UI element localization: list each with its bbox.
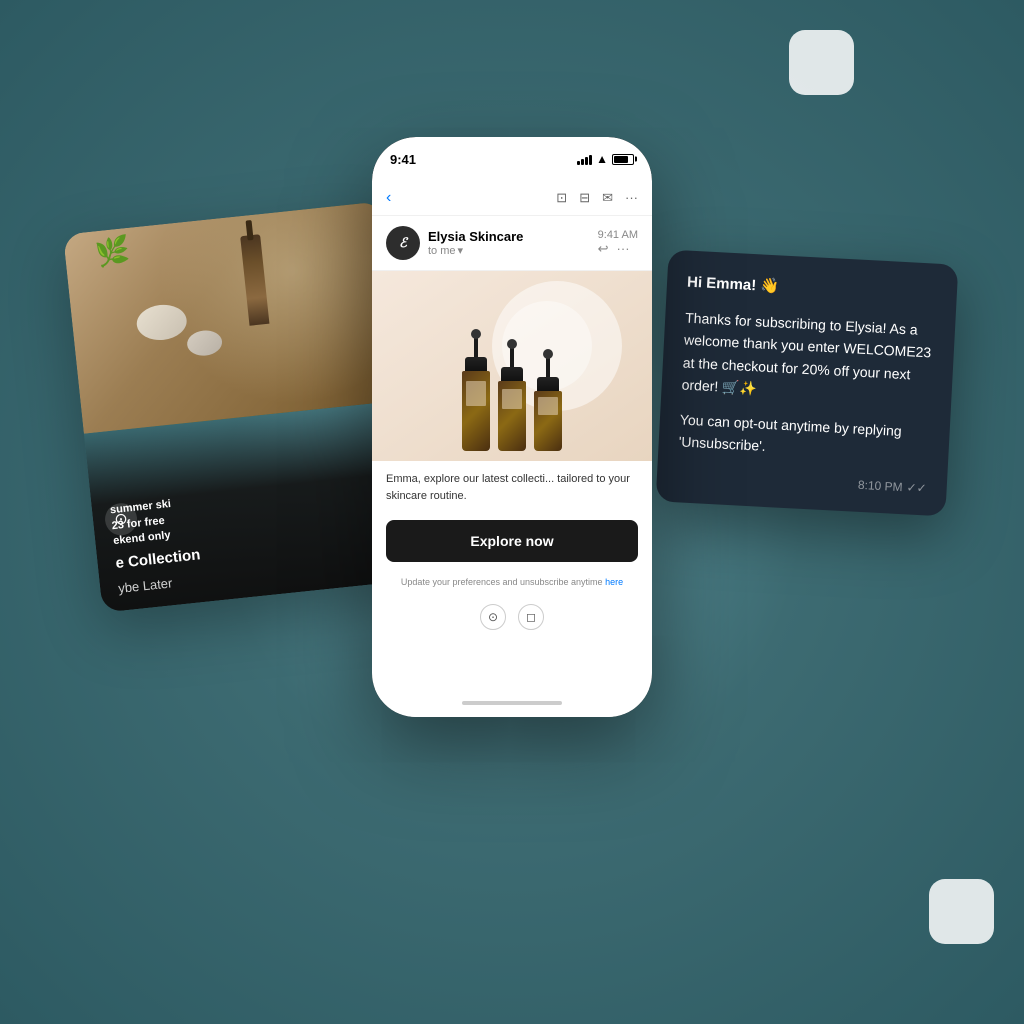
left-card-overlay: summer ski 23 for free ekend only e Coll… bbox=[84, 400, 421, 612]
archive-icon[interactable]: ⊡ bbox=[556, 190, 567, 206]
deco-square-top bbox=[789, 30, 854, 95]
serum-bottle-3 bbox=[534, 357, 562, 451]
back-button[interactable]: ‹ bbox=[386, 189, 391, 207]
email-icon[interactable]: ✉ bbox=[602, 190, 613, 206]
email-toolbar: ‹ ⊡ ⊟ ✉ ··· bbox=[372, 181, 652, 216]
sms-card: Hi Emma! 👋 Thanks for subscribing to Ely… bbox=[656, 250, 959, 517]
email-time: 9:41 AM bbox=[598, 229, 638, 241]
email-body: Emma, explore our latest collecti... tai… bbox=[372, 271, 652, 689]
dropper-3 bbox=[546, 357, 550, 377]
dropper-2 bbox=[510, 347, 514, 367]
sender-to: to me ▾ bbox=[428, 244, 523, 257]
phone: 9:41 ▲ ‹ ⊡ ⊟ bbox=[372, 137, 652, 717]
serum-bottle-1 bbox=[462, 337, 490, 451]
phone-status-icons: ▲ bbox=[577, 152, 634, 166]
signal-icon bbox=[577, 153, 592, 165]
whatsapp-social-icon[interactable]: ⊙ bbox=[480, 604, 506, 630]
product-bottles bbox=[462, 337, 562, 461]
more-options-icon[interactable]: ··· bbox=[617, 241, 630, 257]
battery-icon bbox=[612, 154, 634, 165]
left-card-product-image: 🌿 bbox=[63, 201, 402, 433]
wifi-icon: ▲ bbox=[596, 152, 608, 166]
product-image bbox=[372, 271, 652, 461]
sender-name: Elysia Skincare bbox=[428, 229, 523, 244]
serum-bottle-2 bbox=[498, 347, 526, 451]
email-footer: Update your preferences and unsubscribe … bbox=[372, 568, 652, 598]
phone-status-bar: 9:41 ▲ bbox=[372, 137, 652, 181]
explore-now-button[interactable]: Explore now bbox=[386, 520, 638, 562]
email-social-icons: ⊙ ◻ bbox=[372, 598, 652, 636]
more-icon[interactable]: ··· bbox=[625, 190, 638, 206]
email-sender-info: ℰ Elysia Skincare to me ▾ bbox=[386, 226, 523, 260]
email-reply-icons: ↩ ··· bbox=[598, 241, 638, 257]
dropper-1 bbox=[474, 337, 478, 357]
plant-decoration: 🌿 bbox=[93, 233, 131, 269]
phone-time: 9:41 bbox=[390, 152, 416, 167]
unsubscribe-link[interactable]: here bbox=[605, 577, 623, 587]
reply-icon[interactable]: ↩ bbox=[598, 241, 609, 257]
email-toolbar-actions: ⊡ ⊟ ✉ ··· bbox=[556, 190, 638, 206]
sms-greeting: Hi Emma! 👋 Thanks for subscribing to Ely… bbox=[678, 271, 937, 466]
email-sender-row: ℰ Elysia Skincare to me ▾ 9:41 AM ↩ bbox=[386, 226, 638, 260]
scene: 🌿 summer ski 23 for free ekend only e Co… bbox=[112, 137, 912, 887]
read-receipt-icon: ✓✓ bbox=[906, 481, 927, 496]
instagram-social-icon[interactable]: ◻ bbox=[518, 604, 544, 630]
left-card: 🌿 summer ski 23 for free ekend only e Co… bbox=[63, 201, 421, 612]
sender-avatar: ℰ bbox=[386, 226, 420, 260]
home-indicator bbox=[372, 689, 652, 717]
delete-icon[interactable]: ⊟ bbox=[579, 190, 590, 206]
email-body-text: Emma, explore our latest collecti... tai… bbox=[372, 461, 652, 514]
sms-timestamp: 8:10 PM ✓✓ bbox=[677, 469, 927, 496]
email-header: ℰ Elysia Skincare to me ▾ 9:41 AM ↩ bbox=[372, 216, 652, 271]
phone-screen: ‹ ⊡ ⊟ ✉ ··· ℰ Elysia Skincare bbox=[372, 181, 652, 717]
deco-square-bottom bbox=[929, 879, 994, 944]
